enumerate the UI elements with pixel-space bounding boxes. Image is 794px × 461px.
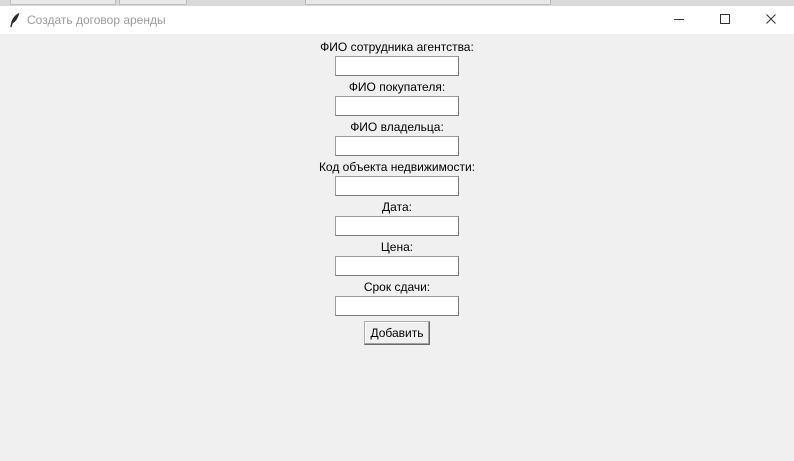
property-code-label: Код объекта недвижимости: bbox=[318, 160, 476, 174]
contract-form: ФИО сотрудника агентства: ФИО покупателя… bbox=[0, 39, 794, 345]
feather-icon bbox=[6, 11, 24, 29]
background-tab bbox=[119, 0, 187, 5]
rental-term-input[interactable] bbox=[335, 296, 459, 316]
maximize-button[interactable] bbox=[702, 6, 748, 34]
close-button[interactable] bbox=[748, 6, 794, 34]
window-title: Создать договор аренды bbox=[27, 13, 166, 27]
buyer-name-input[interactable] bbox=[335, 96, 459, 116]
background-tab bbox=[10, 0, 116, 5]
price-input[interactable] bbox=[335, 256, 459, 276]
buyer-name-label: ФИО покупателя: bbox=[348, 80, 446, 94]
owner-name-label: ФИО владельца: bbox=[350, 120, 444, 134]
price-label: Цена: bbox=[380, 240, 414, 254]
minimize-button[interactable] bbox=[656, 6, 702, 34]
minimize-icon bbox=[674, 11, 684, 29]
owner-name-input[interactable] bbox=[335, 136, 459, 156]
dialog-window: Создать договор аренды ФИО сотрудника аг… bbox=[0, 6, 794, 461]
maximize-icon bbox=[720, 11, 730, 29]
agent-name-label: ФИО сотрудника агентства: bbox=[320, 40, 474, 54]
window-controls bbox=[656, 6, 794, 34]
date-label: Дата: bbox=[382, 200, 412, 214]
date-input[interactable] bbox=[335, 216, 459, 236]
add-button[interactable]: Добавить bbox=[364, 321, 430, 345]
close-icon bbox=[766, 11, 776, 29]
agent-name-input[interactable] bbox=[335, 56, 459, 76]
title-bar[interactable]: Создать договор аренды bbox=[0, 6, 794, 34]
rental-term-label: Срок сдачи: bbox=[363, 280, 431, 294]
property-code-input[interactable] bbox=[335, 176, 459, 196]
background-panel bbox=[305, 0, 551, 5]
